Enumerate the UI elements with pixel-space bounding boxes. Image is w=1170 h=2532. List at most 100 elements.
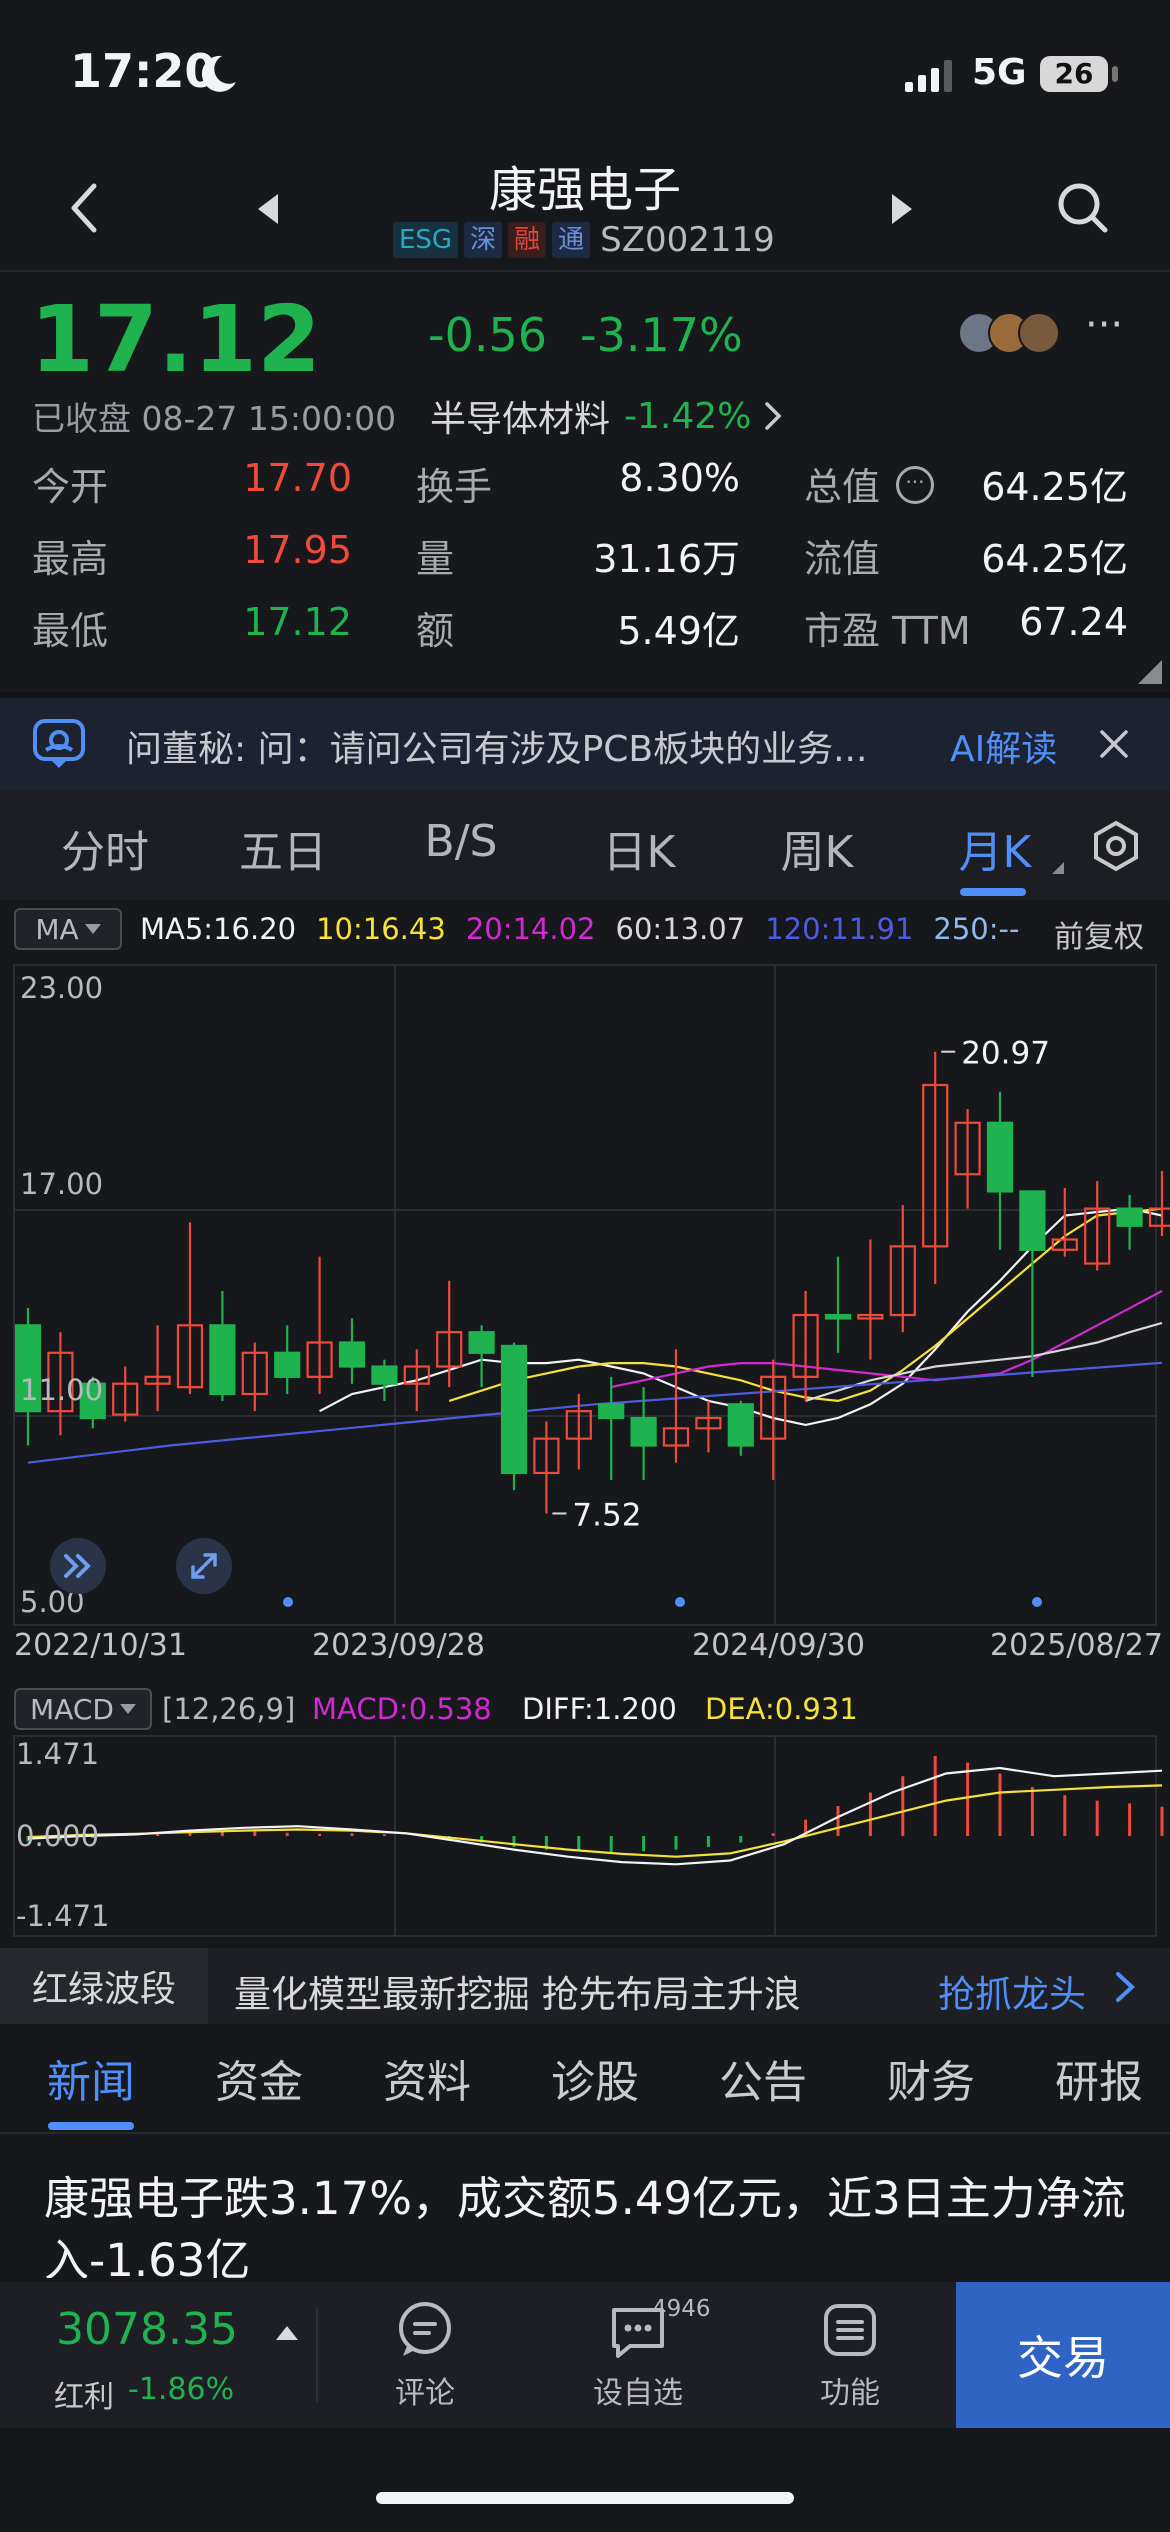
functions-label: 功能: [820, 2376, 880, 2411]
back-icon[interactable]: [64, 180, 104, 236]
tag-list: ESG 深融通: [393, 222, 596, 258]
news-tab-1[interactable]: 资金: [204, 2046, 314, 2110]
sector-link[interactable]: 半导体材料 -1.42%: [430, 390, 785, 442]
stat-value: 64.25亿: [981, 537, 1128, 581]
stock-title: 康强电子: [488, 162, 681, 218]
tab-0[interactable]: 分时: [40, 816, 170, 880]
chevron-down-icon: [84, 924, 101, 934]
active-news-tab-indicator: [48, 2122, 134, 2130]
stat-value: 17.95: [243, 528, 352, 572]
x-axis: 2022/10/31 2023/09/28 2024/09/30 2025/08…: [0, 1628, 1170, 1668]
ma60-line: [805, 1321, 1163, 1402]
event-dot: [1032, 1597, 1042, 1607]
ma-legend-item: 60:13.07: [615, 912, 746, 946]
avatar-group[interactable]: [958, 312, 1070, 354]
candle-body: [630, 1416, 657, 1447]
max-annotation: 20.97: [961, 1036, 1050, 1072]
candle-body: [1019, 1190, 1046, 1251]
stat-value: 17.70: [243, 456, 352, 500]
news-tab-4[interactable]: 公告: [708, 2046, 818, 2110]
promo-link[interactable]: 抢抓龙头: [938, 1964, 1086, 2018]
comment-button[interactable]: 评论: [365, 2300, 485, 2420]
avatar: [1018, 312, 1060, 354]
candle-body: [371, 1365, 398, 1385]
tab-2[interactable]: B/S: [396, 816, 526, 867]
y-tick-label: 11.00: [20, 1373, 103, 1407]
news-tab-3[interactable]: 诊股: [540, 2046, 650, 2110]
event-dot: [283, 1597, 293, 1607]
functions-button[interactable]: 功能: [790, 2300, 910, 2420]
macd-legend: MACD [12,26,9] MACD:0.538 DIFF:1.200 DEA…: [0, 1684, 1170, 1736]
index-name: 红利: [54, 2380, 114, 2415]
candle: [209, 1291, 236, 1401]
stat-value: 17.12: [243, 600, 352, 644]
ai-assistant-bar[interactable]: 问董秘: 问：请问公司有涉及PCB板块的业务... AI解读: [0, 698, 1170, 790]
chevron-right-icon: [765, 402, 782, 430]
stock-code: SZ002119: [600, 220, 775, 260]
trade-button[interactable]: 交易: [956, 2282, 1170, 2428]
promo-strip[interactable]: 红绿波段 量化模型最新挖掘 抢先布局主升浪 抢抓龙头: [0, 1948, 1170, 2024]
ma-selector[interactable]: MA: [14, 908, 122, 950]
price-change: -0.56: [428, 308, 548, 362]
news-tab-5[interactable]: 财务: [876, 2046, 986, 2110]
candle-body: [1116, 1207, 1143, 1227]
index-ticker[interactable]: 3078.35 红利 -1.86%: [0, 2282, 316, 2428]
close-icon[interactable]: [1098, 728, 1130, 760]
menu-list-icon: [824, 2304, 876, 2356]
prev-stock-icon[interactable]: [254, 192, 282, 226]
battery-level: 26: [1040, 56, 1108, 92]
candle: [274, 1325, 301, 1394]
tab-4[interactable]: 周K: [752, 816, 882, 880]
macd-chart[interactable]: 1.471 0.000 -1.471: [0, 1734, 1170, 1940]
battery-tip: [1112, 66, 1118, 82]
more-icon[interactable]: ···: [1085, 302, 1123, 348]
diff-value: DIFF:1.200: [522, 1692, 677, 1726]
tab-3[interactable]: 日K: [574, 816, 704, 880]
candle: [695, 1400, 722, 1453]
stock-header: 康强电子 ESG 深融通 SZ002119: [0, 140, 1170, 270]
event-dot: [675, 1597, 685, 1607]
candle: [306, 1256, 333, 1394]
next-stock-icon[interactable]: [888, 192, 916, 226]
info-icon[interactable]: ···: [896, 466, 934, 504]
candle: [241, 1342, 268, 1412]
candle: [338, 1318, 366, 1384]
dropdown-corner-icon: [1052, 862, 1064, 874]
x-tick-label: 2022/10/31: [14, 1628, 187, 1663]
fullscreen-button[interactable]: [176, 1538, 232, 1594]
tab-1[interactable]: 五日: [218, 816, 348, 880]
dea-value: DEA:0.931: [705, 1692, 858, 1726]
settings-icon[interactable]: [1090, 820, 1142, 872]
tab-5[interactable]: 月K: [930, 816, 1060, 880]
candle-body: [468, 1331, 495, 1354]
promo-label: 红绿波段: [0, 1948, 208, 2024]
x-tick-label: 2025/08/27: [990, 1628, 1163, 1663]
dea-line: [27, 1784, 1163, 1858]
scroll-latest-button[interactable]: [50, 1538, 106, 1594]
stat-value: 5.49亿: [617, 609, 740, 653]
sector-name: 半导体材料: [430, 399, 611, 440]
ai-interpret-button[interactable]: AI解读: [950, 720, 1057, 772]
ma-selector-label: MA: [35, 912, 79, 946]
search-icon[interactable]: [1055, 180, 1111, 236]
news-headline[interactable]: 康强电子跌3.17%，成交额5.49亿元，近3日主力净流入-1.63亿: [44, 2168, 1134, 2278]
status-bar: 17:20 5G 26: [0, 0, 1170, 140]
diff-line: [27, 1766, 1163, 1866]
x-tick-label: 2023/09/28: [312, 1628, 485, 1663]
candle: [1116, 1194, 1143, 1250]
ma120-line: [27, 1361, 1163, 1464]
candle: [144, 1325, 171, 1412]
ma20-line: [610, 1290, 1163, 1389]
stock-tags: ESG 深融通 SZ002119: [393, 220, 775, 260]
candle: [954, 1109, 981, 1209]
adjust-mode[interactable]: 前复权: [1054, 912, 1144, 956]
news-tab-2[interactable]: 资料: [372, 2046, 482, 2110]
candle-body: [209, 1324, 236, 1396]
comment-icon: [399, 2302, 451, 2356]
candle-body: [598, 1403, 625, 1420]
news-tab-6[interactable]: 研报: [1044, 2046, 1154, 2110]
home-indicator: [376, 2492, 794, 2504]
news-tab-0[interactable]: 新闻: [36, 2046, 146, 2110]
indicator-selector[interactable]: MACD: [14, 1688, 152, 1730]
expand-corner-icon[interactable]: [1138, 660, 1162, 684]
